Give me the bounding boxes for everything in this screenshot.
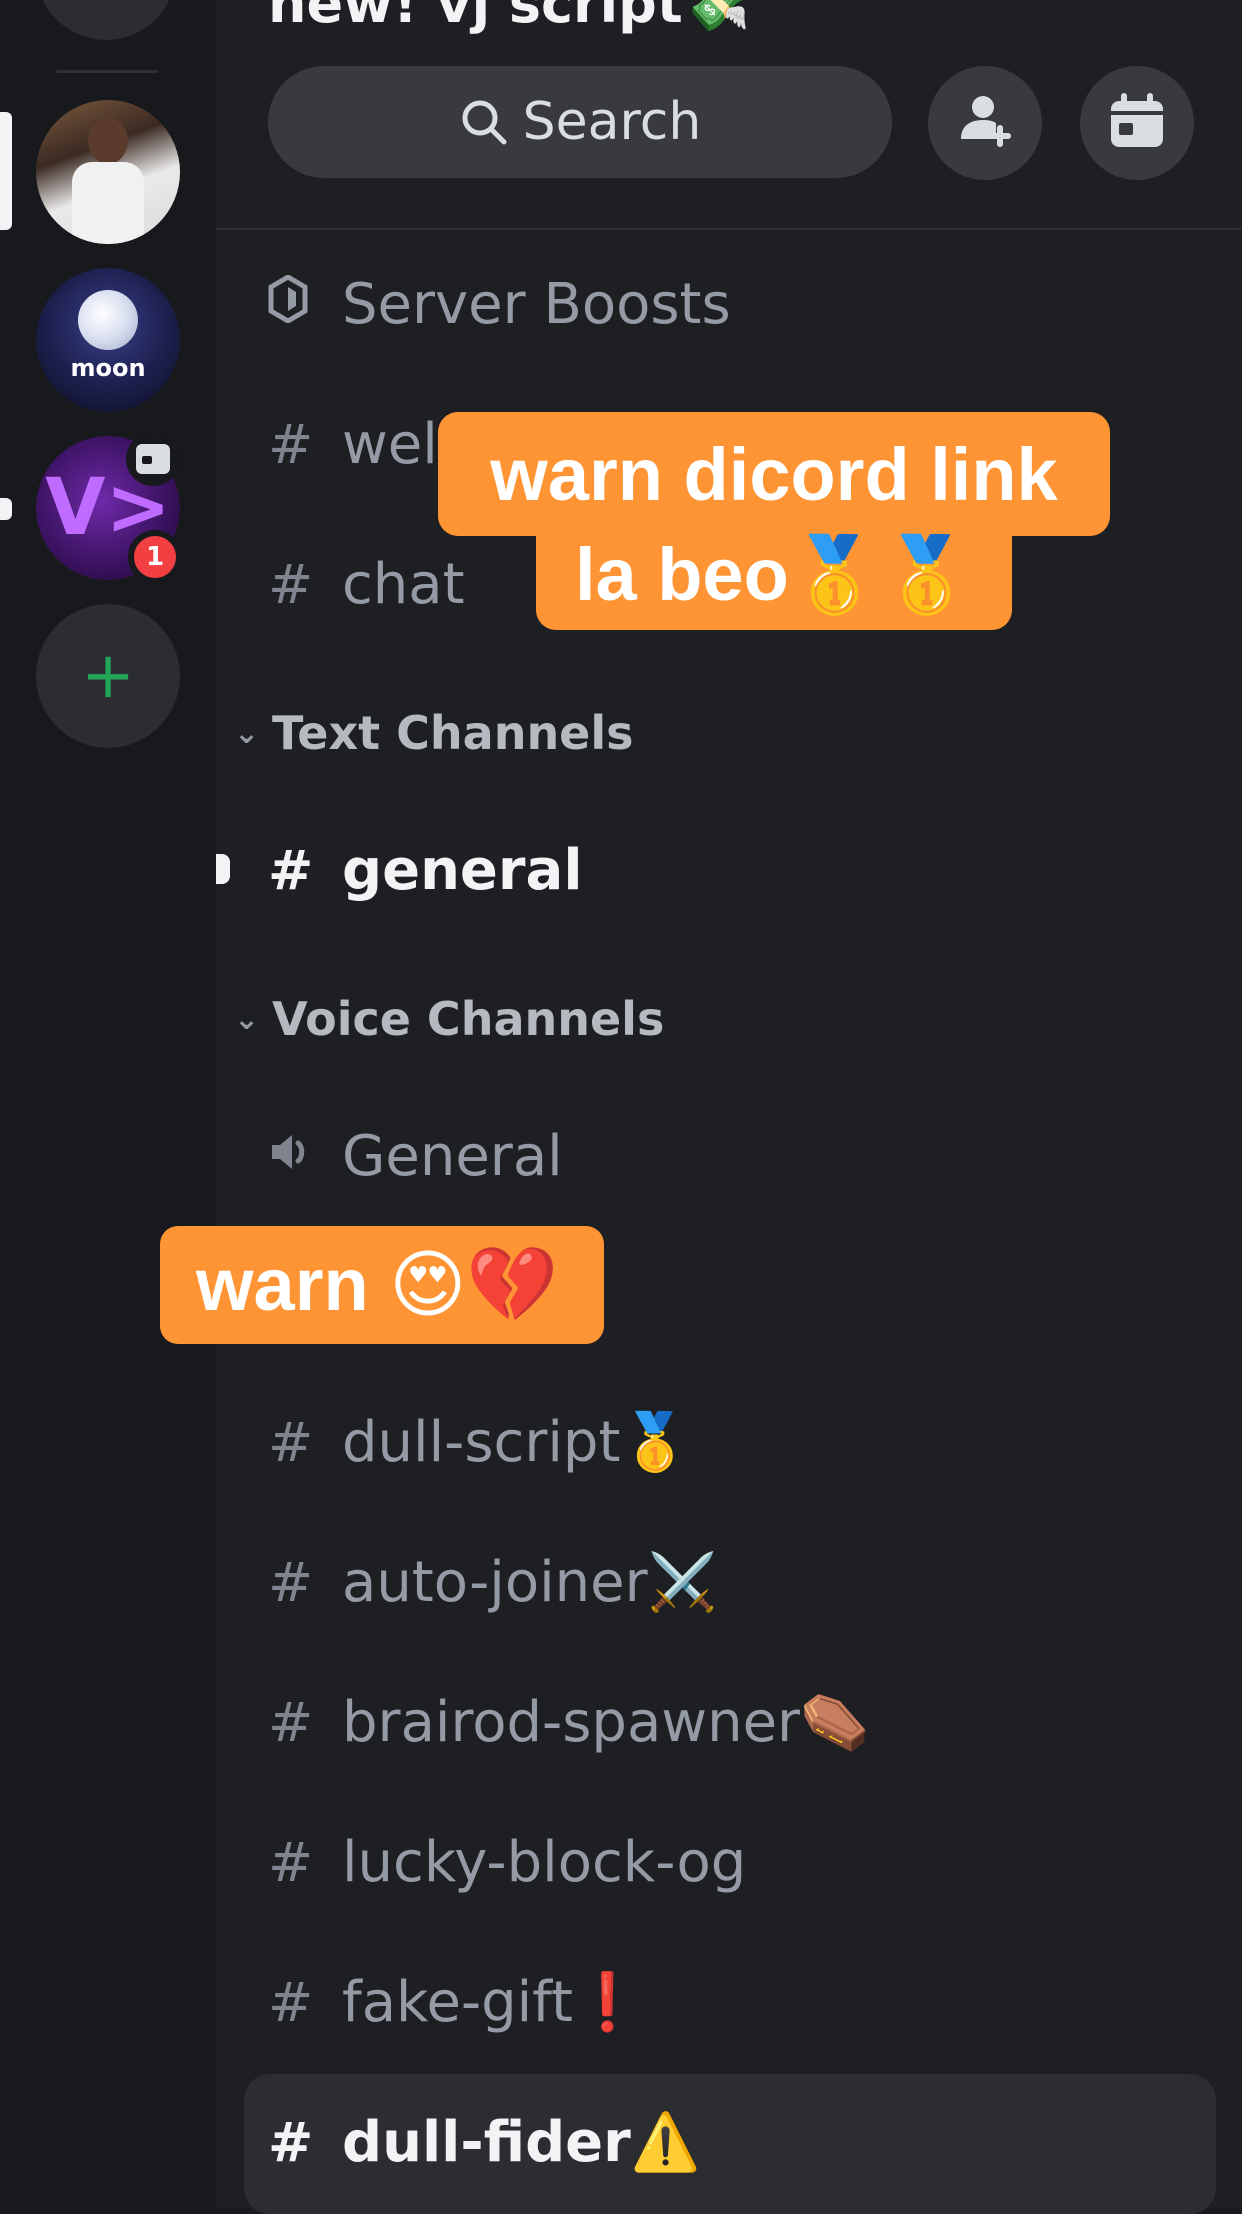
hash-icon: # [268, 2110, 314, 2174]
server-boosts-item[interactable]: Server Boosts [268, 254, 731, 354]
hash-icon: # [268, 1690, 314, 1754]
hash-icon: # [268, 1830, 314, 1894]
server-boosts-label: Server Boosts [342, 271, 731, 337]
search-icon [459, 97, 509, 147]
hash-icon: # [268, 1410, 314, 1474]
home-button[interactable] [36, 0, 176, 40]
selected-server-indicator [0, 112, 12, 230]
channel-dull-fider[interactable]: # dull-fider⚠️ [268, 2092, 701, 2192]
channel-label: auto-joiner⚔️ [342, 1550, 718, 1615]
mention-count-badge: 1 [128, 530, 182, 584]
boost-gem-icon [268, 273, 342, 336]
add-server-button[interactable]: + [36, 604, 180, 748]
header-divider [216, 228, 1242, 230]
add-user-icon [953, 89, 1017, 157]
channel-general-label: general [342, 837, 583, 903]
calendar-icon [1105, 89, 1169, 157]
channel-welcome[interactable]: # wel [268, 394, 438, 494]
channel-lucky-block-og[interactable]: # lucky-block-og [268, 1812, 746, 1912]
events-button[interactable] [1080, 66, 1194, 180]
unread-server-indicator [0, 498, 12, 520]
chevron-down-icon: ⌄ [234, 1001, 260, 1037]
channel-general[interactable]: # general [268, 820, 583, 920]
hash-icon: # [268, 1970, 314, 2034]
channel-label: dull-fider⚠️ [342, 2110, 701, 2175]
channel-label: dull-script🥇 [342, 1410, 691, 1475]
server-rail: moon V> 1 + [0, 0, 216, 2208]
category-text-channels[interactable]: ⌄ Text Channels [234, 706, 634, 760]
speaker-icon [268, 1125, 342, 1188]
channel-dull-script[interactable]: # dull-script🥇 [268, 1392, 690, 1492]
channel-chat-label: chat [342, 551, 465, 617]
channel-list: new! vj script💸 Search Server Boosts # w… [216, 0, 1242, 2214]
channel-fake-gift[interactable]: # fake-gift❗ [268, 1952, 643, 2052]
chevron-down-icon: ⌄ [234, 715, 260, 751]
category-text-label: Text Channels [272, 706, 634, 760]
channel-brairod-spawner[interactable]: # brairod-spawner⚰️ [268, 1672, 870, 1772]
server-title[interactable]: new! vj script💸 [268, 0, 750, 36]
caption-warn: warn 😍💔 [160, 1226, 604, 1344]
search-button[interactable]: Search [268, 66, 892, 178]
hash-icon: # [268, 552, 314, 616]
plus-icon: + [81, 639, 135, 713]
caption-line-1: warn dicord link [438, 412, 1110, 536]
avatar-head [88, 118, 128, 164]
voice-channel-general[interactable]: General [268, 1106, 563, 1206]
unread-channel-indicator [216, 854, 230, 884]
voice-channel-general-label: General [342, 1123, 563, 1189]
rail-divider [56, 70, 158, 73]
event-badge-icon [126, 432, 180, 486]
hash-icon: # [268, 412, 314, 476]
channel-label: fake-gift❗ [342, 1970, 643, 2035]
search-label: Search [522, 92, 702, 152]
channel-label: lucky-block-og [342, 1829, 747, 1895]
channel-label: brairod-spawner⚰️ [342, 1690, 870, 1755]
category-voice-channels[interactable]: ⌄ Voice Channels [234, 992, 664, 1046]
hash-icon: # [268, 1550, 314, 1614]
invite-button[interactable] [928, 66, 1042, 180]
moon-icon [78, 290, 138, 350]
server-moon-label: moon [70, 354, 146, 382]
category-voice-label: Voice Channels [272, 992, 665, 1046]
channel-welcome-label: wel [342, 411, 438, 477]
server-icon-moon[interactable]: moon [36, 268, 180, 412]
avatar-jersey [72, 162, 144, 244]
channel-chat[interactable]: # chat [268, 534, 465, 634]
channel-auto-joiner[interactable]: # auto-joiner⚔️ [268, 1532, 717, 1632]
server-icon-profile[interactable] [36, 100, 180, 244]
hash-icon: # [268, 838, 314, 902]
caption-line-2: la beo🥇🥇 [536, 520, 1012, 630]
